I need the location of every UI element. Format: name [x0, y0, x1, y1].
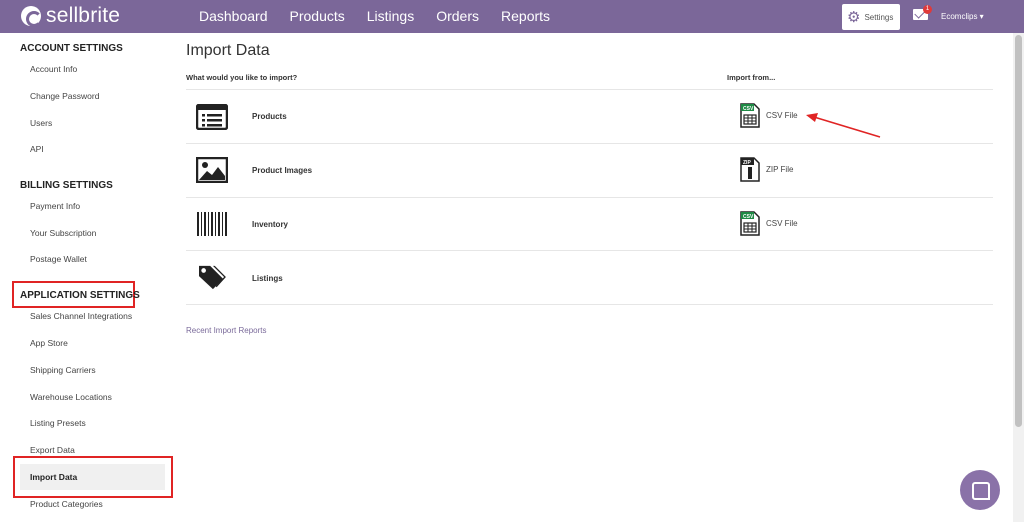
sidebar-item-account-info[interactable]: Account Info: [30, 64, 77, 74]
recent-import-reports-link[interactable]: Recent Import Reports: [186, 326, 266, 335]
brand-name: sellbrite: [46, 4, 121, 27]
sidebar-item-listing-presets[interactable]: Listing Presets: [30, 418, 86, 428]
csv-file-icon: CSV: [740, 103, 760, 128]
page-scrollbar[interactable]: [1013, 33, 1024, 522]
nav-dashboard[interactable]: Dashboard: [188, 0, 279, 33]
import-inventory-csv-link[interactable]: CSV CSV File: [740, 211, 798, 236]
zip-tag-text: ZIP: [743, 160, 751, 166]
sellbrite-logo-icon: [21, 6, 42, 27]
nav-products[interactable]: Products: [279, 0, 356, 33]
sidebar-item-import-data[interactable]: Import Data: [30, 472, 77, 482]
settings-sidebar: ACCOUNT SETTINGS Account Info Change Pas…: [0, 33, 180, 522]
csv-file-icon: CSV: [740, 211, 760, 236]
sidebar-item-payment-info[interactable]: Payment Info: [30, 201, 80, 211]
page-title: Import Data: [186, 42, 270, 59]
row-label-product-images: Product Images: [252, 166, 313, 175]
csv-tag-text: CSV: [743, 106, 754, 112]
settings-label: Settings: [864, 12, 894, 22]
top-nav-bar: sellbrite Dashboard Products Listings Or…: [0, 0, 1024, 33]
column-header-what: What would you like to import?: [186, 73, 298, 82]
sidebar-item-sales-channel-integrations[interactable]: Sales Channel Integrations: [30, 311, 132, 321]
mail-badge: 1: [923, 5, 932, 14]
tags-icon: [199, 265, 226, 290]
sidebar-item-api[interactable]: API: [30, 144, 44, 154]
import-file-label: CSV File: [766, 219, 798, 228]
scrollbar-thumb[interactable]: [1015, 35, 1022, 427]
zip-file-icon: ZIP: [740, 157, 760, 182]
settings-button[interactable]: ⚙ Settings: [842, 4, 900, 30]
sidebar-item-shipping-carriers[interactable]: Shipping Carriers: [30, 365, 96, 375]
import-file-label: ZIP File: [766, 165, 794, 174]
nav-orders[interactable]: Orders: [425, 0, 490, 33]
import-images-zip-link[interactable]: ZIP ZIP File: [740, 157, 793, 182]
annotation-arrow: [806, 113, 881, 138]
row-divider: [186, 250, 993, 251]
csv-tag-text: CSV: [743, 214, 754, 220]
nav-listings[interactable]: Listings: [356, 0, 425, 33]
billing-settings-title: BILLING SETTINGS: [20, 180, 113, 191]
user-menu[interactable]: Ecomclips ▾: [941, 12, 984, 21]
row-divider: [186, 143, 993, 144]
row-divider: [186, 89, 993, 90]
row-label-listings: Listings: [252, 274, 283, 283]
row-divider: [186, 197, 993, 198]
sidebar-item-app-store[interactable]: App Store: [30, 338, 68, 348]
sidebar-item-product-categories[interactable]: Product Categories: [30, 499, 103, 509]
application-settings-title: APPLICATION SETTINGS: [20, 290, 140, 301]
sidebar-item-users[interactable]: Users: [30, 118, 52, 128]
sidebar-item-change-password[interactable]: Change Password: [30, 91, 99, 101]
sidebar-item-warehouse-locations[interactable]: Warehouse Locations: [30, 392, 112, 402]
list-icon: [196, 104, 228, 130]
column-header-from: Import from...: [727, 73, 776, 82]
gear-icon: ⚙: [847, 8, 861, 26]
import-file-label: CSV File: [766, 111, 798, 120]
chat-launcher-button[interactable]: [960, 470, 1000, 510]
account-settings-title: ACCOUNT SETTINGS: [20, 43, 123, 54]
sellbrite-logo[interactable]: sellbrite: [21, 4, 120, 28]
main-nav: Dashboard Products Listings Orders Repor…: [188, 0, 561, 33]
row-label-products: Products: [252, 112, 287, 121]
sidebar-item-export-data[interactable]: Export Data: [30, 445, 75, 455]
image-icon: [196, 157, 228, 183]
row-label-inventory: Inventory: [252, 220, 289, 229]
sidebar-item-your-subscription[interactable]: Your Subscription: [30, 228, 96, 238]
barcode-icon: [197, 212, 227, 236]
sidebar-item-postage-wallet[interactable]: Postage Wallet: [30, 254, 87, 264]
nav-reports[interactable]: Reports: [490, 0, 561, 33]
import-products-csv-link[interactable]: CSV CSV File: [740, 103, 798, 128]
row-divider: [186, 304, 993, 305]
